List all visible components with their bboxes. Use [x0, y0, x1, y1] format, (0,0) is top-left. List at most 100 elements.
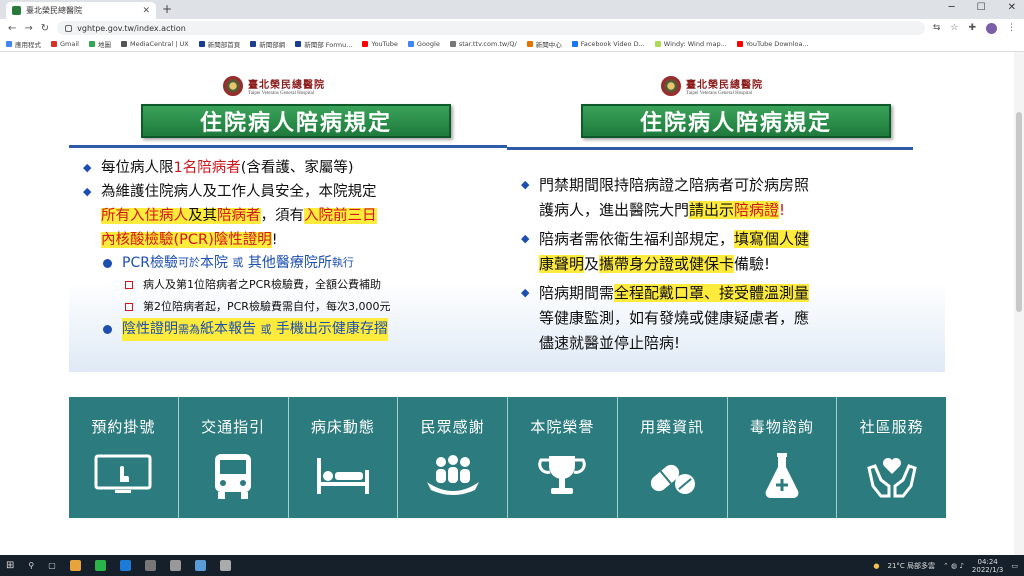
browser-tab[interactable]: 臺北榮民總醫院 ✕ [6, 2, 156, 19]
monitor-hand-icon [93, 451, 153, 501]
profile-avatar[interactable] [986, 22, 997, 34]
bookmark-favicon-icon [6, 41, 12, 47]
translate-icon[interactable]: ⇆ [933, 23, 941, 34]
sub-sub-text: 第2位陪病者起，PCR檢驗費需自付，每次3,000元 [143, 300, 391, 313]
system-tray: ● 21°C 局部多雲 ⌃ ◍ ♪ 04:24 2022/1/3 ▭ [873, 558, 1018, 574]
bookmark-favicon-icon [736, 41, 743, 47]
menu-item-label: 預約掛號 [91, 418, 156, 436]
minimize-icon[interactable]: ─ [949, 2, 955, 13]
item-text-highlight: 內核酸檢驗(PCR)陰性證明 [101, 232, 272, 248]
logo-chinese-name: 臺北榮民總醫院 [686, 80, 763, 91]
bookmark-item[interactable]: 新聞部網 [250, 39, 285, 49]
sub-item-proof: 陰性證明需為紙本報告 或 手機出示健康存摺 [103, 318, 499, 341]
app-icon[interactable] [169, 560, 181, 571]
menu-item-label: 用藥資訊 [640, 418, 705, 436]
menu-item-poison[interactable]: 毒物諮詢 [728, 397, 838, 518]
logo-english-name: Taipei Veterans General Hospital [686, 91, 753, 96]
menu-item-beds[interactable]: 病床動態 [289, 397, 399, 518]
address-bar[interactable]: vghtpe.gov.tw/index.action [57, 21, 925, 35]
menu-item-appointment[interactable]: 預約掛號 [69, 397, 179, 518]
sub-text: 紙本報告 [200, 321, 256, 337]
bookmark-label: Google [416, 40, 440, 48]
bookmark-label: Windy: Wind map... [663, 40, 727, 48]
menu-item-honors[interactable]: 本院榮譽 [508, 397, 618, 518]
tray-icons[interactable]: ⌃ ◍ ♪ [943, 562, 964, 570]
scrollbar-thumb[interactable] [1016, 112, 1022, 312]
title-divider [507, 147, 913, 150]
visitor-rules-slide-left[interactable]: 臺北榮民總醫院 Taipei Veterans General Hospital… [69, 72, 507, 372]
search-icon[interactable]: ⚲ [28, 561, 34, 570]
line-app-icon[interactable] [94, 560, 106, 571]
item-text: 為維護住院病人及工作人員安全，本院規定 [101, 184, 377, 200]
item-text-highlight: 填寫個人健 [734, 230, 810, 248]
visitor-rules-slide-right[interactable]: 臺北榮民總醫院 Taipei Veterans General Hospital… [507, 72, 945, 372]
bookmarks-bar: 應用程式 Gmail 地圖 MediaCentral | UX 新聞部首頁 新聞部網 新聞部… [0, 37, 1024, 52]
bookmark-label: Gmail [60, 40, 79, 48]
bookmark-label: star.ttv.com.tw/Q/ [458, 40, 517, 48]
bookmark-favicon-icon [88, 41, 95, 47]
weather-text[interactable]: 21°C 局部多雲 [888, 561, 936, 571]
sub-text: 需為 [178, 323, 200, 336]
bookmark-item[interactable]: 地圖 [88, 39, 111, 49]
list-item: ◆ 每位病人限1名陪病者(含看護、家屬等) [83, 156, 499, 180]
clock-date: 2022/1/3 [971, 565, 1004, 574]
menu-item-community[interactable]: 社區服務 [837, 397, 946, 518]
slide-title: 住院病人陪病規定 [141, 104, 451, 138]
menu-item-transport[interactable]: 交通指引 [179, 397, 289, 518]
sub-sub-item: 第2位陪病者起，PCR檢驗費需自付，每次3,000元 [125, 296, 499, 318]
menu-item-thanks[interactable]: 民眾感謝 [398, 397, 508, 518]
maximize-icon[interactable]: ☐ [977, 2, 986, 13]
bookmark-item[interactable]: 新聞中心 [526, 39, 562, 49]
close-window-icon[interactable]: ✕ [1008, 2, 1016, 13]
scrollbar[interactable] [1014, 52, 1024, 555]
diamond-bullet-icon: ◆ [521, 232, 530, 245]
diamond-bullet-icon: ◆ [521, 286, 530, 299]
reload-icon[interactable]: ↻ [41, 23, 49, 34]
app-icon[interactable] [144, 560, 156, 571]
item-text-highlight: 病人 [159, 208, 188, 224]
app-icon[interactable] [194, 560, 206, 571]
back-icon[interactable]: ← [8, 23, 16, 34]
tab-title: 臺北榮民總醫院 [26, 6, 82, 15]
extensions-icon[interactable]: ✚ [968, 23, 976, 34]
forward-icon[interactable]: → [24, 23, 32, 34]
task-view-icon[interactable]: ▢ [48, 561, 56, 570]
tab-strip: 臺北榮民總醫院 ✕ + ─ ☐ ✕ [0, 0, 1024, 19]
bookmark-item[interactable]: 應用程式 [6, 39, 41, 49]
bookmark-item[interactable]: 新聞部 Formu... [295, 39, 352, 49]
bookmark-item[interactable]: Facebook Video D... [571, 40, 645, 48]
sub-text: 可於 [177, 256, 200, 269]
clock[interactable]: 04:24 2022/1/3 [972, 558, 1003, 574]
sub-sub-item: 病人及第1位陪病者之PCR檢驗費，全額公費補助 [125, 274, 499, 296]
item-text: ，須有 [260, 208, 305, 224]
bookmark-item[interactable]: Windy: Wind map... [654, 40, 727, 48]
item-text: 陪病者需依衛生福利部規定， [539, 230, 735, 248]
item-text: (含看護、家屬等) [240, 160, 354, 176]
close-tab-icon[interactable]: ✕ [142, 6, 150, 16]
bookmark-item[interactable]: star.ttv.com.tw/Q/ [449, 40, 517, 48]
title-divider [69, 145, 507, 148]
bookmark-label: 新聞部網 [259, 41, 286, 49]
bookmark-item[interactable]: 新聞部首頁 [198, 39, 240, 49]
bookmark-item[interactable]: YouTube [362, 40, 398, 48]
item-text: ! [271, 232, 278, 248]
notifications-icon[interactable]: ▭ [1011, 562, 1018, 570]
menu-item-medication[interactable]: 用藥資訊 [618, 397, 728, 518]
bookmark-item[interactable]: Google [407, 40, 440, 48]
bookmark-item[interactable]: Gmail [51, 40, 79, 48]
item-text-red: ! [779, 201, 786, 219]
bookmark-star-icon[interactable]: ☆ [950, 23, 958, 34]
menu-icon[interactable]: ⋮ [1007, 23, 1016, 34]
app-icon[interactable] [219, 560, 231, 571]
toolbar-actions: ⇆ ☆ ✚ ⋮ [933, 22, 1016, 34]
item-text: 門禁期間限持陪病證之陪病者可於病房照 [539, 176, 810, 194]
item-text-highlight: 入院前三日 [304, 208, 377, 224]
bus-icon [203, 451, 263, 501]
edge-app-icon[interactable] [119, 560, 131, 571]
new-tab-button[interactable]: + [162, 2, 172, 16]
chrome-app-icon[interactable] [69, 560, 81, 571]
bookmark-item[interactable]: MediaCentral | UX [120, 40, 189, 48]
start-icon[interactable]: ⊞ [6, 560, 14, 571]
bookmark-item[interactable]: YouTube Downloa... [736, 40, 809, 48]
hospital-seal-icon [223, 76, 243, 96]
